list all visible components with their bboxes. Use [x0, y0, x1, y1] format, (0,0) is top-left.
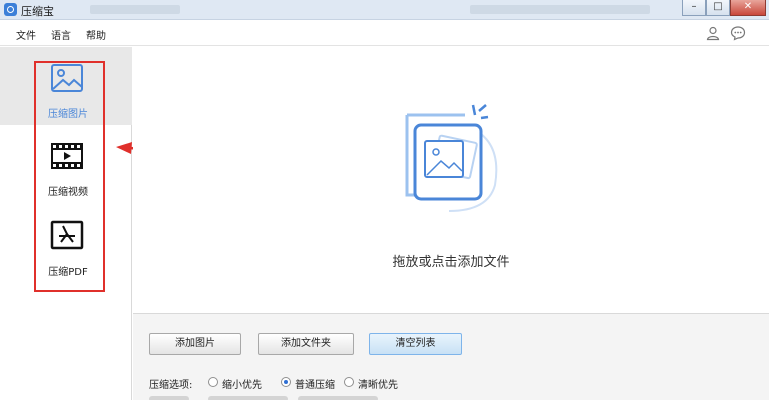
main-area: 拖放或点击添加文件 添加图片 添加文件夹 清空列表 压缩选项: 缩小优先 普通压…: [133, 47, 769, 400]
menu-help[interactable]: 帮助: [86, 27, 106, 42]
menu-language[interactable]: 语言: [51, 27, 71, 42]
menu-file[interactable]: 文件: [16, 27, 36, 42]
cutoff-row-placeholder: [298, 396, 378, 400]
chat-icon[interactable]: [730, 25, 746, 41]
menu-bar: 文件 语言 帮助: [0, 20, 769, 46]
radio-clarity-priority[interactable]: [344, 377, 354, 387]
add-image-button[interactable]: 添加图片: [149, 333, 241, 355]
close-button[interactable]: ✕: [730, 0, 766, 16]
file-drop-zone[interactable]: 拖放或点击添加文件: [133, 47, 769, 313]
radio-label: 缩小优先: [222, 380, 262, 391]
user-icon[interactable]: [705, 25, 721, 41]
clear-list-button[interactable]: 清空列表: [369, 333, 462, 355]
radio-label: 清晰优先: [358, 380, 398, 391]
app-logo-icon: [4, 3, 17, 16]
cutoff-row-placeholder: [149, 396, 189, 400]
minimize-button[interactable]: –: [682, 0, 706, 16]
compression-options-label: 压缩选项:: [149, 380, 193, 391]
radio-label: 普通压缩: [295, 380, 335, 391]
annotation-highlight-box: [34, 61, 105, 292]
options-panel: 添加图片 添加文件夹 清空列表 压缩选项: 缩小优先 普通压缩 清晰优先: [133, 313, 769, 400]
background-window-blur: [90, 5, 180, 14]
background-toolbar-blur: [470, 5, 650, 14]
drop-zone-hint: 拖放或点击添加文件: [392, 255, 510, 270]
cutoff-row-placeholder: [208, 396, 288, 400]
maximize-button[interactable]: □: [706, 0, 730, 16]
add-folder-button[interactable]: 添加文件夹: [258, 333, 354, 355]
radio-normal-compression[interactable]: [281, 377, 291, 387]
window-title: 压缩宝: [21, 5, 54, 18]
title-bar: 压缩宝 – □ ✕: [0, 0, 769, 20]
radio-size-priority[interactable]: [208, 377, 218, 387]
add-file-icon: [405, 104, 498, 212]
